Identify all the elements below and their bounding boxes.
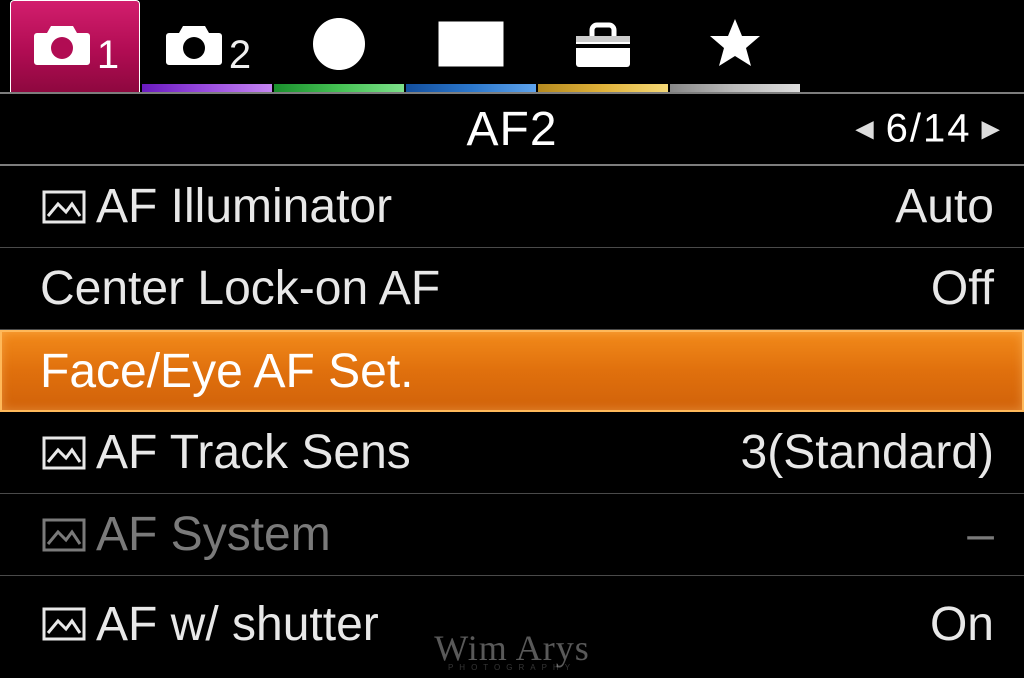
- pager[interactable]: ◀ 6/14 ▶: [855, 107, 1002, 152]
- menu-value: –: [967, 507, 994, 562]
- globe-icon: [310, 15, 368, 78]
- image-area-icon: [40, 518, 88, 552]
- playback-tab[interactable]: [406, 0, 536, 92]
- af-w-shutter[interactable]: AF w/ shutter On: [0, 576, 1024, 672]
- tab-suffix: 2: [229, 33, 251, 78]
- image-area-icon: [40, 190, 88, 224]
- network-tab[interactable]: [274, 0, 404, 92]
- menu-label: AF Track Sens: [96, 425, 411, 480]
- camera-icon: [163, 21, 225, 72]
- af-illuminator[interactable]: AF Illuminator Auto: [0, 166, 1024, 248]
- page-header: AF2 ◀ 6/14 ▶: [0, 92, 1024, 166]
- menu-label: AF System: [96, 507, 331, 562]
- menu-label: AF w/ shutter: [96, 597, 379, 652]
- menu-list: AF Illuminator Auto Center Lock-on AF Of…: [0, 166, 1024, 672]
- top-tabs: 1 2: [0, 0, 1024, 92]
- tab-suffix: 1: [97, 33, 119, 78]
- chevron-left-icon[interactable]: ◀: [855, 115, 875, 144]
- favorites-tab[interactable]: [670, 0, 800, 92]
- center-lock-on-af[interactable]: Center Lock-on AF Off: [0, 248, 1024, 330]
- menu-value: 3(Standard): [741, 425, 994, 480]
- af-track-sens[interactable]: AF Track Sens 3(Standard): [0, 412, 1024, 494]
- chevron-right-icon[interactable]: ▶: [982, 115, 1002, 144]
- menu-label: Center Lock-on AF: [40, 261, 440, 316]
- setup-tab[interactable]: [538, 0, 668, 92]
- menu-value: On: [930, 597, 994, 652]
- toolbox-icon: [572, 20, 634, 73]
- menu-label: AF Illuminator: [96, 179, 392, 234]
- menu-label: Face/Eye AF Set.: [40, 344, 414, 399]
- image-area-icon: [40, 436, 88, 470]
- camera-2-tab[interactable]: 2: [142, 0, 272, 92]
- pager-text: 6/14: [886, 107, 972, 152]
- page-title: AF2: [466, 102, 557, 157]
- camera-icon: [31, 21, 93, 72]
- af-system: AF System –: [0, 494, 1024, 576]
- play-icon: [438, 21, 504, 72]
- menu-value: Auto: [895, 179, 994, 234]
- image-area-icon: [40, 607, 88, 641]
- face-eye-af-set[interactable]: Face/Eye AF Set.: [0, 330, 1024, 412]
- camera-1-tab[interactable]: 1: [10, 0, 140, 92]
- menu-value: Off: [931, 261, 994, 316]
- star-icon: [707, 16, 763, 77]
